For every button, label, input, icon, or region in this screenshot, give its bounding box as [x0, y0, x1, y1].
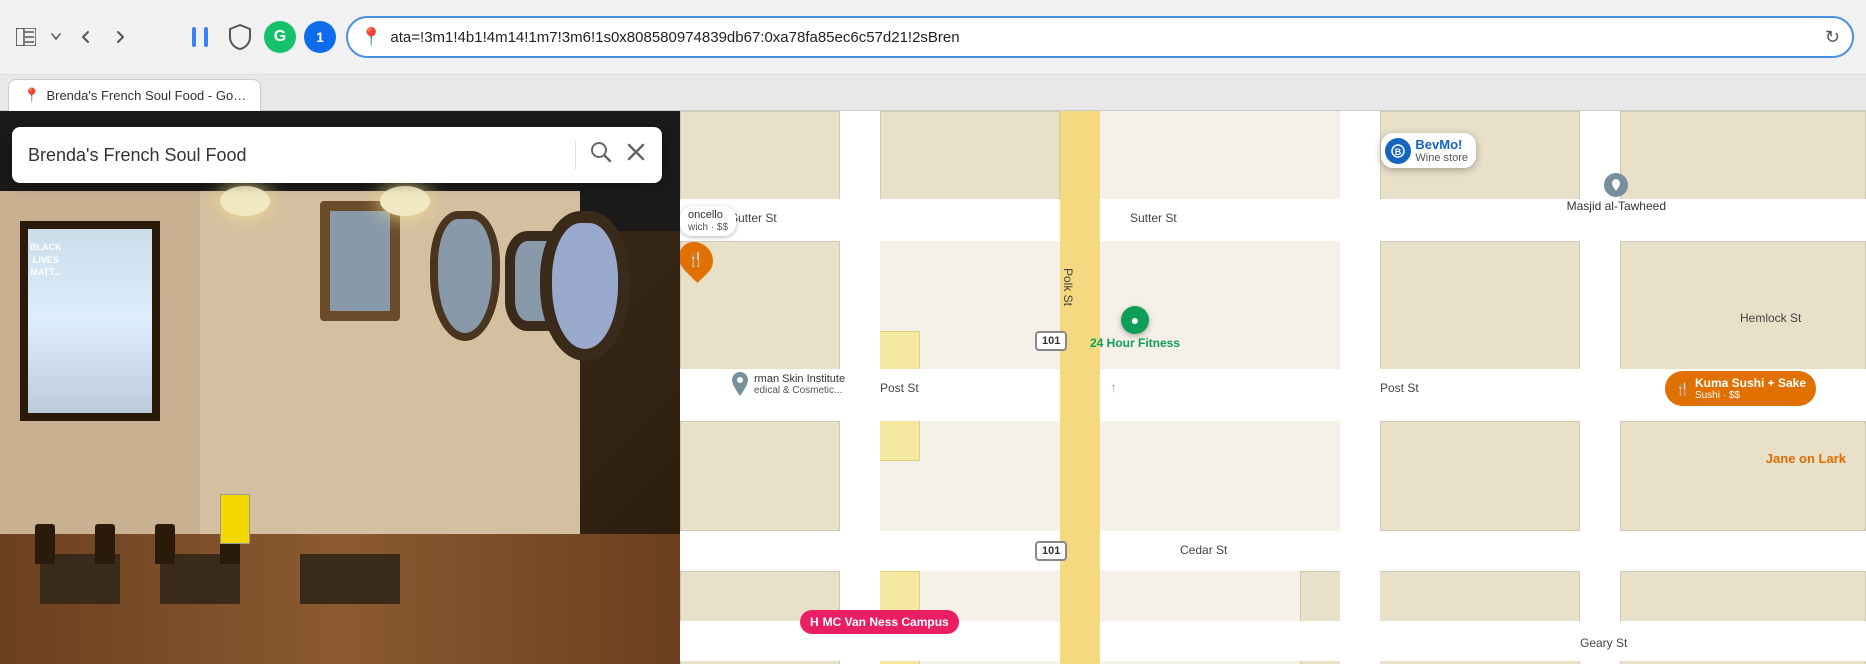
- 24hour-fitness-label: 24 Hour Fitness: [1090, 336, 1180, 350]
- building-block: [1380, 241, 1580, 371]
- polk-st-road: [1060, 111, 1100, 664]
- 24hour-fitness-icon: ●: [1121, 306, 1149, 334]
- cedar-st-label: Cedar St: [1180, 543, 1227, 557]
- vstreet2: [1340, 111, 1380, 664]
- post-st-label-left: Post St: [880, 381, 919, 395]
- kuma-sushi-marker[interactable]: 🍴 Kuma Sushi + Sake Sushi · $$: [1665, 371, 1816, 406]
- map-area[interactable]: Sutter St Sutter St Post St Post St Ceda…: [680, 111, 1866, 664]
- building-block: [680, 111, 840, 201]
- skin-institute-label: rman Skin Institute edical & Cosmetic...: [730, 371, 845, 397]
- back-button[interactable]: [72, 23, 100, 51]
- bevmo-marker[interactable]: B BevMo! Wine store: [1381, 133, 1476, 168]
- jane-on-lark-marker[interactable]: Jane on Lark: [1766, 451, 1846, 466]
- tab-bar: 📍 Brenda's French Soul Food - Google Map…: [0, 75, 1866, 111]
- grammarly-extension-icon[interactable]: G: [264, 21, 296, 53]
- tab-title: Brenda's French Soul Food - Google Maps: [46, 88, 246, 103]
- hotel-h-icon: H: [810, 615, 819, 629]
- post-st-label-right: Post St: [1380, 381, 1419, 395]
- search-divider: [575, 141, 576, 169]
- bevmo-label[interactable]: B BevMo! Wine store: [1381, 133, 1476, 168]
- tab-favicon-icon: 📍: [23, 87, 40, 104]
- maps-container: Brenda's French Soul Food: [0, 111, 1866, 664]
- mirror1: [320, 201, 400, 321]
- onepassword-extension-icon[interactable]: 1: [304, 21, 336, 53]
- highway-101-badge-1: 101: [1035, 331, 1067, 351]
- building-block: [1620, 241, 1866, 371]
- bevmo-text: BevMo! Wine store: [1415, 137, 1468, 164]
- search-query-text: Brenda's French Soul Food: [28, 145, 561, 166]
- url-input[interactable]: [390, 29, 1816, 46]
- kuma-sushi-name: Kuma Sushi + Sake: [1695, 376, 1806, 390]
- refresh-icon[interactable]: ↻: [1825, 27, 1840, 48]
- sutter-st-label-right: Sutter St: [1130, 211, 1177, 225]
- left-panel: Brenda's French Soul Food: [0, 111, 680, 664]
- bardeen-extension-icon[interactable]: [184, 21, 216, 53]
- masjid-icon: [1604, 173, 1628, 197]
- masjid-label: Masjid al-Tawheed: [1567, 199, 1666, 213]
- close-icon[interactable]: [626, 142, 646, 168]
- post-st-arrows: ↑: [1110, 379, 1117, 395]
- kuma-sushi-subtitle: Sushi · $$: [1695, 390, 1806, 401]
- extension-icons: G 1: [184, 21, 336, 53]
- grammarly-letter: G: [274, 28, 286, 46]
- map-background: Sutter St Sutter St Post St Post St Ceda…: [680, 111, 1866, 664]
- masjid-marker[interactable]: Masjid al-Tawheed: [1567, 173, 1666, 213]
- ceiling-light2: [380, 186, 430, 216]
- hotel-label: MC Van Ness Campus: [823, 615, 949, 629]
- 24hour-fitness-marker[interactable]: ● 24 Hour Fitness: [1090, 306, 1180, 350]
- browser-controls: [12, 23, 134, 51]
- building-block: [1380, 421, 1580, 531]
- vstreet1: [840, 111, 880, 664]
- bevmo-icon: B: [1385, 138, 1411, 164]
- caution-sign: [220, 494, 250, 544]
- tab-menu-button[interactable]: [46, 26, 66, 48]
- url-bar[interactable]: 📍 ↻: [346, 16, 1854, 58]
- browser-chrome: G 1 📍 ↻: [0, 0, 1866, 75]
- highway-101-badge-2: 101: [1035, 541, 1067, 561]
- search-icon[interactable]: [590, 141, 612, 169]
- photo-interior: BLACKLIVESMATT...: [0, 111, 680, 664]
- skin-institute-marker[interactable]: rman Skin Institute edical & Cosmetic...: [730, 371, 845, 397]
- table3: [300, 554, 400, 604]
- chair1: [35, 524, 55, 564]
- chair2: [95, 524, 115, 564]
- highway-101-text-2: 101: [1035, 541, 1067, 561]
- mirror2: [430, 211, 500, 341]
- search-box: Brenda's French Soul Food: [12, 127, 662, 183]
- building-block: [680, 421, 840, 531]
- chair3: [155, 524, 175, 564]
- oncello-marker[interactable]: oncellowich · $$: [680, 206, 736, 236]
- forward-button[interactable]: [106, 23, 134, 51]
- ceiling-light: [220, 186, 270, 216]
- shield-extension-icon[interactable]: [224, 21, 256, 53]
- jane-on-lark-label: Jane on Lark: [1766, 451, 1846, 466]
- highway-101-text: 101: [1035, 331, 1067, 351]
- restaurant-marker-left[interactable]: 🍴: [680, 241, 712, 277]
- wall-sign: BLACKLIVESMATT...: [30, 241, 62, 279]
- url-favicon-icon: 📍: [360, 27, 382, 48]
- sidebar-toggle-button[interactable]: [12, 26, 40, 48]
- polk-st-label: Polk St: [1061, 268, 1075, 306]
- building-block: [880, 111, 1060, 201]
- sutter-st-label-left: Sutter St: [730, 211, 777, 225]
- svg-text:B: B: [1395, 147, 1402, 157]
- oncello-label: oncellowich · $$: [680, 206, 736, 236]
- mirror4: [540, 211, 630, 361]
- building-block: [1620, 421, 1866, 531]
- hotel-marker[interactable]: H MC Van Ness Campus: [800, 610, 959, 634]
- hemlock-label: Hemlock St: [1740, 311, 1801, 325]
- fork-knife-icon: 🍴: [1675, 382, 1690, 396]
- restaurant-photo[interactable]: BLACKLIVESMATT...: [0, 111, 680, 664]
- active-tab[interactable]: 📍 Brenda's French Soul Food - Google Map…: [8, 79, 261, 111]
- geary-st-label: Geary St: [1580, 636, 1627, 650]
- onepassword-label: 1: [316, 29, 324, 45]
